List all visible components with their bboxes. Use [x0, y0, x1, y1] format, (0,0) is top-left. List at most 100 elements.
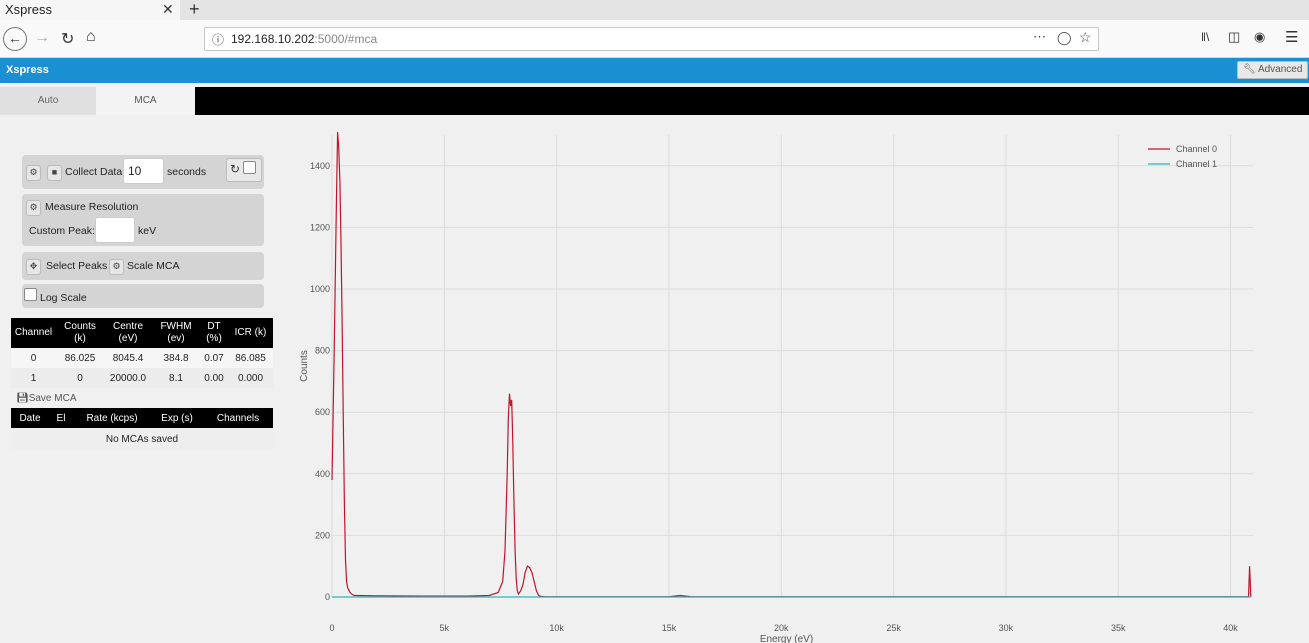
- table-cell: 0: [56, 368, 104, 388]
- url-text: 192.168.10.202:5000/#mca: [231, 32, 377, 46]
- table-cell: 8.1: [152, 368, 200, 388]
- collect-data-label: Collect Data: [65, 166, 123, 178]
- hamburger-menu-icon[interactable]: ☰: [1285, 28, 1298, 46]
- x-tick-label: 35k: [1111, 623, 1126, 633]
- info-icon[interactable]: ⓘ: [212, 31, 224, 48]
- header-text: Centre (eV): [112, 321, 143, 344]
- header-text: Counts (k): [64, 321, 96, 344]
- y-tick-label: 1400: [310, 161, 330, 171]
- advanced-button[interactable]: 🔧︎ Advanced: [1237, 61, 1309, 79]
- exposure-time-input[interactable]: [123, 158, 164, 184]
- x-tick-label: 5k: [440, 623, 450, 633]
- table-cell: 86.085: [228, 348, 273, 368]
- stop-icon[interactable]: ■: [47, 165, 62, 181]
- browser-tab-strip: Xspress ✕ +: [0, 0, 1309, 20]
- chart-grid: [331, 135, 1253, 598]
- url-host: 192.168.10.202: [231, 32, 315, 46]
- y-axis-label: Counts: [299, 350, 310, 382]
- peaks-panel: ✥ Select Peaks ⚙ Scale MCA: [22, 252, 264, 280]
- table-cell: 0.000: [228, 368, 273, 388]
- element-header: El: [49, 408, 73, 428]
- y-tick-label: 200: [315, 530, 330, 540]
- measure-resolution-panel: ⚙ Measure Resolution Custom Peak: keV: [22, 194, 264, 246]
- scale-mca-label[interactable]: Scale MCA: [127, 260, 180, 272]
- forward-arrow-icon[interactable]: →: [34, 29, 50, 47]
- app-header: Xspress 🔧︎ Advanced: [0, 58, 1309, 83]
- empty-mca-message: No MCAs saved: [11, 428, 273, 450]
- chart-axes: 0 5k 10k 15k 20k 25k 30k 35k 40k 0 200 400 600 800 100…: [299, 161, 1238, 643]
- custom-peak-label: Custom Peak:: [29, 225, 95, 237]
- channels-header: Channels: [203, 408, 273, 428]
- log-scale-label: Log Scale: [40, 292, 87, 304]
- log-scale-checkbox[interactable]: [24, 288, 37, 301]
- save-mca-label: Save MCA: [28, 393, 77, 404]
- library-icon[interactable]: ‖\: [1201, 30, 1209, 44]
- icr-header: ICR (k): [228, 318, 273, 348]
- home-icon[interactable]: ⌂: [86, 28, 96, 46]
- dt-header: DT (%): [200, 318, 228, 348]
- back-arrow-icon[interactable]: ←: [3, 27, 27, 51]
- more-options-icon[interactable]: ⋯: [1033, 29, 1046, 45]
- chart-series: [331, 131, 1252, 598]
- tab-mca[interactable]: MCA: [96, 87, 195, 115]
- wrench-icon: 🔧︎: [1243, 64, 1256, 75]
- saved-mca-table: Date El Rate (kcps) Exp (s) Channels No …: [11, 408, 273, 450]
- date-header: Date: [11, 408, 49, 428]
- refresh-icon: ↻: [230, 162, 241, 176]
- select-peaks-label[interactable]: Select Peaks: [46, 260, 107, 272]
- sidebar-icon[interactable]: ◫: [1228, 29, 1240, 45]
- tab-auto[interactable]: Auto: [0, 87, 96, 115]
- table-cell: 86.025: [56, 348, 104, 368]
- mca-spectrum-chart[interactable]: 0 5k 10k 15k 20k 25k 30k 35k 40k 0 200 400 600 800 100…: [290, 130, 1290, 643]
- bookmark-star-icon[interactable]: ☆: [1079, 29, 1092, 46]
- y-tick-label: 800: [315, 346, 330, 356]
- x-tick-label: 40k: [1223, 623, 1238, 633]
- rate-header: Rate (kcps): [73, 408, 151, 428]
- table-row: 0 86.025 8045.4 384.8 0.07 86.085: [11, 348, 273, 368]
- counts-header: Counts (k): [56, 318, 104, 348]
- app-title: Xspress: [6, 64, 49, 76]
- fwhm-header: FWHM (ev): [152, 318, 200, 348]
- legend-label-channel-0: Channel 0: [1176, 144, 1217, 154]
- close-tab-icon[interactable]: ✕: [162, 1, 174, 18]
- save-mca-button[interactable]: 💾︎Save MCA: [16, 393, 77, 404]
- collect-settings-gear-icon[interactable]: ⚙: [26, 165, 41, 181]
- table-cell: 8045.4: [104, 348, 152, 368]
- header-text: FWHM (ev): [160, 321, 192, 344]
- series-line-channel-0: [331, 131, 1252, 598]
- reload-icon[interactable]: ↻: [61, 29, 74, 49]
- advanced-button-label: Advanced: [1257, 64, 1303, 75]
- x-tick-label: 30k: [999, 623, 1014, 633]
- browser-tab[interactable]: Xspress ✕: [0, 0, 180, 20]
- floppy-disk-icon: 💾︎: [16, 393, 29, 404]
- browser-tab-title: Xspress: [5, 2, 52, 17]
- table-cell: 1: [11, 368, 56, 388]
- pocket-icon[interactable]: ◯: [1057, 30, 1072, 46]
- y-tick-label: 400: [315, 469, 330, 479]
- table-cell: 20000.0: [104, 368, 152, 388]
- x-tick-label: 10k: [549, 623, 564, 633]
- measure-resolution-label[interactable]: Measure Resolution: [45, 201, 138, 213]
- url-path: :5000/#mca: [314, 32, 378, 46]
- table-row: No MCAs saved: [11, 428, 273, 450]
- account-icon[interactable]: ◉: [1254, 29, 1265, 45]
- y-tick-label: 0: [325, 592, 330, 602]
- custom-peak-input[interactable]: [95, 217, 135, 243]
- channel-table-header: Channel Counts (k) Centre (eV) FWHM (ev)…: [11, 318, 273, 348]
- move-arrows-icon[interactable]: ✥: [26, 259, 41, 275]
- continuous-toggle[interactable]: ↻: [226, 158, 262, 182]
- chart-legend[interactable]: Channel 0 Channel 1: [1148, 144, 1217, 169]
- measure-resolution-gear-icon[interactable]: ⚙: [26, 200, 41, 216]
- table-cell: 384.8: [152, 348, 200, 368]
- x-tick-label: 25k: [886, 623, 901, 633]
- new-tab-icon[interactable]: +: [189, 0, 200, 20]
- url-bar[interactable]: ⓘ 192.168.10.202:5000/#mca ⋯ ◯ ☆: [204, 27, 1099, 51]
- scale-mca-gear-icon[interactable]: ⚙: [109, 259, 124, 275]
- header-text: DT (%): [206, 321, 222, 344]
- y-tick-label: 1200: [310, 222, 330, 232]
- seconds-label: seconds: [167, 166, 207, 178]
- table-cell: 0: [11, 348, 56, 368]
- x-tick-label: 0: [329, 623, 334, 633]
- mca-table-header: Date El Rate (kcps) Exp (s) Channels: [11, 408, 273, 428]
- continuous-checkbox[interactable]: [243, 161, 256, 174]
